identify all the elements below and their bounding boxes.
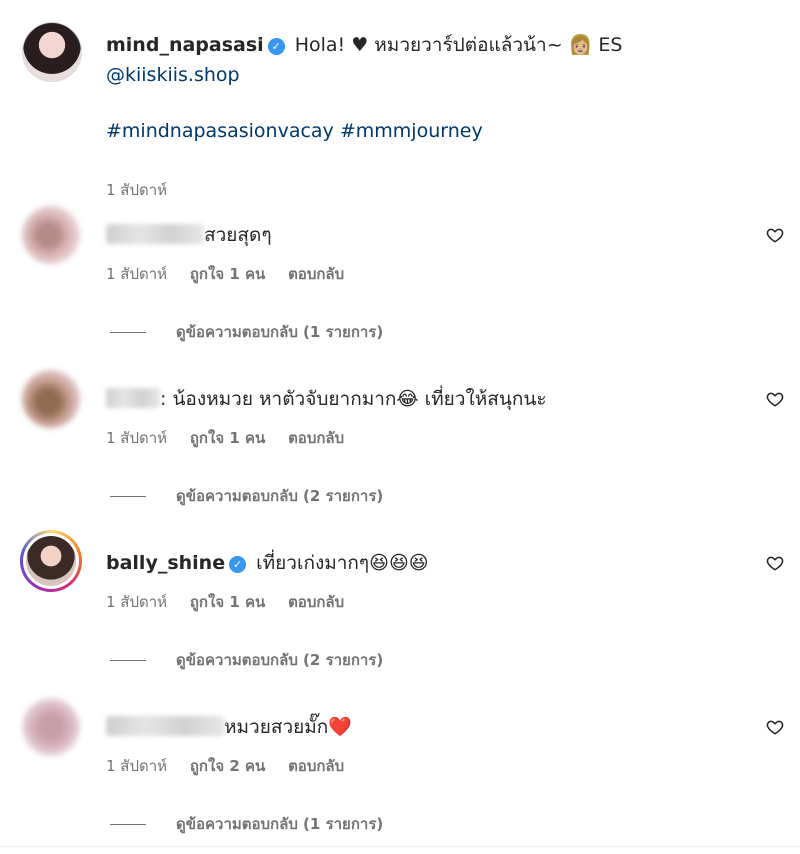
view-replies-divider bbox=[110, 332, 146, 333]
view-replies-button[interactable]: ดูข้อความตอบกลับ (1 รายการ) bbox=[110, 812, 383, 836]
mention-link[interactable]: @kiiskiis.shop bbox=[106, 64, 240, 86]
comment-likes[interactable]: ถูกใจ 1 คน bbox=[190, 429, 265, 447]
comment-timestamp[interactable]: 1 สัปดาห์ bbox=[106, 757, 167, 775]
post-author-avatar[interactable] bbox=[22, 22, 82, 82]
reply-button[interactable]: ตอบกลับ bbox=[288, 429, 344, 447]
comment-item: สวยสุดๆ 1 สัปดาห์ ถูกใจ 1 คน ตอบกลับ ดูข… bbox=[22, 198, 792, 358]
post-author-username[interactable]: mind_napasasi bbox=[106, 34, 264, 56]
view-replies-button[interactable]: ดูข้อความตอบกลับ (1 รายการ) bbox=[110, 320, 383, 344]
comment-text: เที่ยวเก่งมากๆ😆😆😆 bbox=[256, 552, 429, 574]
view-replies-label: ดูข้อความตอบกลับ (1 รายการ) bbox=[176, 323, 384, 341]
view-replies-button[interactable]: ดูข้อความตอบกลับ (2 รายการ) bbox=[110, 484, 383, 508]
commenter-username[interactable]: bally_shine bbox=[106, 552, 225, 574]
commenter-avatar bbox=[26, 536, 76, 586]
comment-text: หมวยสวยมั๊ก❤️ bbox=[224, 716, 352, 738]
comment-meta: 1 สัปดาห์ ถูกใจ 1 คน ตอบกลับ bbox=[106, 590, 362, 614]
comment-meta: 1 สัปดาห์ ถูกใจ 2 คน ตอบกลับ bbox=[106, 754, 362, 778]
commenter-username-blurred[interactable] bbox=[106, 388, 160, 408]
bottom-divider bbox=[0, 846, 800, 847]
commenter-username-blurred[interactable] bbox=[106, 224, 204, 244]
comment-meta: 1 สัปดาห์ ถูกใจ 1 คน ตอบกลับ bbox=[106, 426, 362, 450]
hashtags-link[interactable]: #mindnapasasionvacay #mmmjourney bbox=[106, 120, 483, 142]
heart-outline-icon[interactable] bbox=[766, 390, 784, 408]
comment-likes[interactable]: ถูกใจ 1 คน bbox=[190, 265, 265, 283]
heart-outline-icon[interactable] bbox=[766, 718, 784, 736]
comment-text-line: : น้องหมวย หาตัวจับยากมาก😂 เที่ยวให้สนุก… bbox=[106, 384, 547, 414]
comment-likes[interactable]: ถูกใจ 1 คน bbox=[190, 593, 265, 611]
caption-line: mind_napasasi ✓ Hola! ♥ หมวยวาร์ปต่อแล้วน… bbox=[106, 30, 622, 90]
view-replies-label: ดูข้อความตอบกลับ (1 รายการ) bbox=[176, 815, 384, 833]
comment-timestamp[interactable]: 1 สัปดาห์ bbox=[106, 593, 167, 611]
comment-timestamp[interactable]: 1 สัปดาห์ bbox=[106, 265, 167, 283]
view-replies-divider bbox=[110, 660, 146, 661]
comment-likes[interactable]: ถูกใจ 2 คน bbox=[190, 757, 265, 775]
commenter-avatar-story-ring[interactable] bbox=[20, 530, 82, 592]
comment-text: : น้องหมวย หาตัวจับยากมาก😂 เที่ยวให้สนุก… bbox=[160, 388, 547, 410]
view-replies-divider bbox=[110, 824, 146, 825]
commenter-username-blurred[interactable] bbox=[106, 716, 224, 736]
reply-button[interactable]: ตอบกลับ bbox=[288, 757, 344, 775]
comment-text-line: หมวยสวยมั๊ก❤️ bbox=[106, 712, 352, 742]
reply-button[interactable]: ตอบกลับ bbox=[288, 593, 344, 611]
comment-text-line: สวยสุดๆ bbox=[106, 220, 272, 250]
comment-text-line: bally_shine ✓ เที่ยวเก่งมากๆ😆😆😆 bbox=[106, 548, 429, 578]
comment-timestamp[interactable]: 1 สัปดาห์ bbox=[106, 429, 167, 447]
verified-badge-icon: ✓ bbox=[229, 556, 247, 573]
view-replies-divider bbox=[110, 496, 146, 497]
commenter-avatar[interactable] bbox=[22, 206, 80, 264]
comment-text: สวยสุดๆ bbox=[204, 224, 272, 246]
comment-item: bally_shine ✓ เที่ยวเก่งมากๆ😆😆😆 1 สัปดาห์… bbox=[20, 526, 792, 686]
verified-badge-icon: ✓ bbox=[267, 38, 285, 55]
view-replies-label: ดูข้อความตอบกลับ (2 รายการ) bbox=[176, 651, 384, 669]
heart-outline-icon[interactable] bbox=[766, 226, 784, 244]
comment-item: หมวยสวยมั๊ก❤️ 1 สัปดาห์ ถูกใจ 2 คน ตอบกล… bbox=[22, 690, 792, 850]
caption-text: Hola! ♥ หมวยวาร์ปต่อแล้วน้า~ 👩🏼 ES bbox=[294, 34, 623, 56]
view-replies-button[interactable]: ดูข้อความตอบกลับ (2 รายการ) bbox=[110, 648, 383, 672]
commenter-avatar[interactable] bbox=[22, 698, 80, 756]
commenter-avatar[interactable] bbox=[22, 370, 80, 428]
avatar-ring-gap bbox=[23, 533, 79, 589]
reply-button[interactable]: ตอบกลับ bbox=[288, 265, 344, 283]
comment-meta: 1 สัปดาห์ ถูกใจ 1 คน ตอบกลับ bbox=[106, 262, 362, 286]
heart-outline-icon[interactable] bbox=[766, 554, 784, 572]
view-replies-label: ดูข้อความตอบกลับ (2 รายการ) bbox=[176, 487, 384, 505]
comment-item: : น้องหมวย หาตัวจับยากมาก😂 เที่ยวให้สนุก… bbox=[22, 362, 792, 522]
